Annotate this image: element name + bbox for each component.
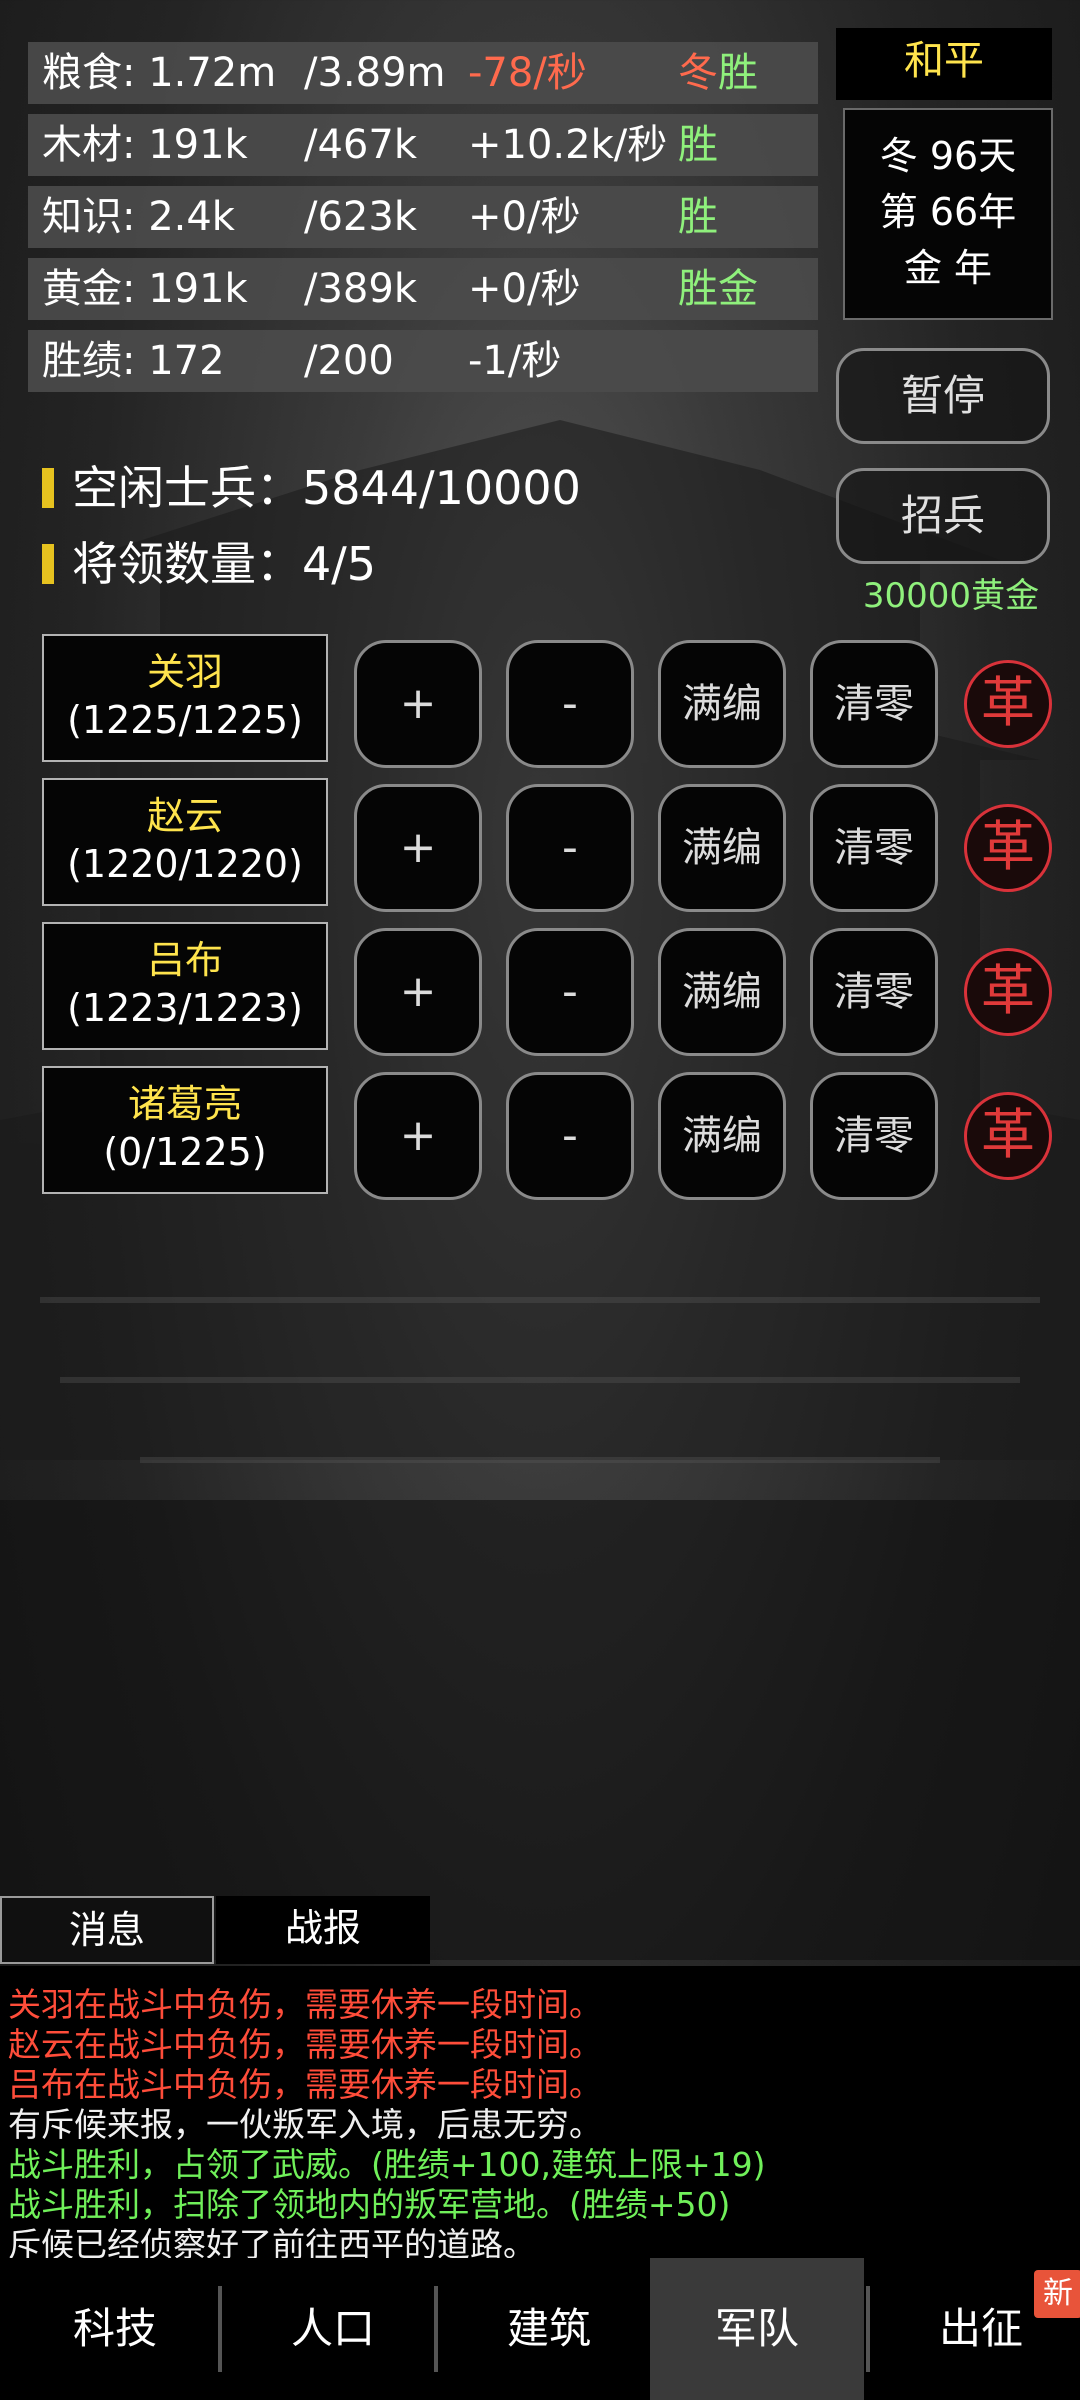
add-troops-button[interactable]: + xyxy=(354,928,482,1056)
year-number: 第 66年 xyxy=(879,190,1017,234)
nav-population[interactable]: 人口 xyxy=(226,2258,440,2400)
resource-capacity: /3.89m xyxy=(304,50,446,96)
stat-bullet xyxy=(42,468,54,508)
remove-troops-button[interactable]: - xyxy=(506,784,634,912)
peace-status-label: 和平 xyxy=(836,28,1052,100)
nav-expedition-label: 出征 xyxy=(938,2304,1023,2353)
dismiss-general-button[interactable]: 革 xyxy=(964,804,1052,892)
victory-flag: 胜 xyxy=(718,50,758,96)
fill-troops-button[interactable]: 满编 xyxy=(658,1072,786,1200)
resource-rate: -78/秒 xyxy=(468,50,587,96)
nav-buildings[interactable]: 建筑 xyxy=(442,2258,656,2400)
dismiss-general-button[interactable]: 革 xyxy=(964,660,1052,748)
recruit-cost: 30000黄金 xyxy=(862,576,1040,616)
log-tab-bar: 消息 战报 xyxy=(0,1896,432,1964)
clear-troops-button[interactable]: 清零 xyxy=(810,640,938,768)
resource-amount: 黄金: 191k xyxy=(42,266,248,312)
resource-amount: 木材: 191k xyxy=(42,122,248,168)
remove-troops-button[interactable]: - xyxy=(506,1072,634,1200)
general-count-text: 将领数量：4/5 xyxy=(72,537,377,591)
general-card[interactable]: 赵云 (1220/1220) xyxy=(42,778,328,906)
idle-soldiers-stat: 空闲士兵：5844/10000 xyxy=(42,452,581,518)
year-element: 金 年 xyxy=(903,246,993,290)
battle-log: 关羽在战斗中负伤，需要休养一段时间。 赵云在战斗中负伤，需要休养一段时间。 吕布… xyxy=(0,1966,1080,2264)
victory-flag: 胜 xyxy=(678,122,718,168)
add-troops-button[interactable]: + xyxy=(354,640,482,768)
stat-bullet xyxy=(42,544,54,584)
general-name: 吕布 xyxy=(146,938,223,982)
resource-flags: 冬胜 xyxy=(678,42,758,104)
general-name: 赵云 xyxy=(146,794,223,838)
general-count-stat: 将领数量：4/5 xyxy=(42,528,376,594)
resource-rate: -1/秒 xyxy=(468,338,562,384)
pause-button[interactable]: 暂停 xyxy=(836,348,1050,444)
resource-row-victory: 胜绩: 172 /200 -1/秒 xyxy=(28,330,818,392)
nav-divider xyxy=(866,2286,870,2372)
resource-amount: 知识: 2.4k xyxy=(42,194,235,240)
resource-capacity: /389k xyxy=(304,266,417,312)
resource-rate: +10.2k/秒 xyxy=(468,122,668,168)
general-troops: (1220/1220) xyxy=(67,842,303,886)
general-card[interactable]: 吕布 (1223/1223) xyxy=(42,922,328,1050)
recruit-button[interactable]: 招兵 xyxy=(836,468,1050,564)
fill-troops-button[interactable]: 满编 xyxy=(658,640,786,768)
resource-capacity: /623k xyxy=(304,194,417,240)
dismiss-general-button[interactable]: 革 xyxy=(964,1092,1052,1180)
dismiss-general-button[interactable]: 革 xyxy=(964,948,1052,1036)
clear-troops-button[interactable]: 清零 xyxy=(810,1072,938,1200)
resource-amount: 胜绩: 172 xyxy=(42,338,225,384)
general-troops: (1225/1225) xyxy=(67,698,303,742)
resource-amount: 粮食: 1.72m xyxy=(42,50,277,96)
victory-flag: 胜金 xyxy=(678,266,758,312)
general-card[interactable]: 关羽 (1225/1225) xyxy=(42,634,328,762)
nav-divider xyxy=(218,2286,222,2372)
calendar-box: 冬 96天 第 66年 金 年 xyxy=(843,108,1053,320)
nav-tech[interactable]: 科技 xyxy=(8,2258,222,2400)
bottom-navigation: 科技 人口 建筑 军队 出征 新 xyxy=(0,2258,1080,2400)
general-name: 关羽 xyxy=(146,650,223,694)
new-badge: 新 xyxy=(1034,2270,1080,2318)
fill-troops-button[interactable]: 满编 xyxy=(658,784,786,912)
general-card[interactable]: 诸葛亮 (0/1225) xyxy=(42,1066,328,1194)
victory-flag: 胜 xyxy=(678,194,718,240)
nav-expedition[interactable]: 出征 新 xyxy=(874,2258,1080,2400)
clear-troops-button[interactable]: 清零 xyxy=(810,928,938,1056)
resource-rate: +0/秒 xyxy=(468,266,581,312)
resource-row-wood: 木材: 191k /467k +10.2k/秒 胜 xyxy=(28,114,818,176)
nav-divider xyxy=(434,2286,438,2372)
general-troops: (0/1225) xyxy=(103,1130,267,1174)
season-day: 冬 96天 xyxy=(879,134,1017,178)
add-troops-button[interactable]: + xyxy=(354,784,482,912)
season-flag: 冬 xyxy=(678,50,718,96)
resource-capacity: /467k xyxy=(304,122,417,168)
resource-capacity: /200 xyxy=(304,338,394,384)
resource-row-knowledge: 知识: 2.4k /623k +0/秒 胜 xyxy=(28,186,818,248)
remove-troops-button[interactable]: - xyxy=(506,640,634,768)
tab-messages[interactable]: 消息 xyxy=(0,1896,214,1964)
idle-soldiers-text: 空闲士兵：5844/10000 xyxy=(72,461,581,515)
fill-troops-button[interactable]: 满编 xyxy=(658,928,786,1056)
general-troops: (1223/1223) xyxy=(67,986,303,1030)
add-troops-button[interactable]: + xyxy=(354,1072,482,1200)
tab-battle-report[interactable]: 战报 xyxy=(216,1896,430,1964)
resource-row-food: 粮食: 1.72m /3.89m -78/秒 冬胜 xyxy=(28,42,818,104)
resource-rate: +0/秒 xyxy=(468,194,581,240)
remove-troops-button[interactable]: - xyxy=(506,928,634,1056)
clear-troops-button[interactable]: 清零 xyxy=(810,784,938,912)
resource-row-gold: 黄金: 191k /389k +0/秒 胜金 xyxy=(28,258,818,320)
nav-army[interactable]: 军队 xyxy=(650,2258,864,2400)
general-name: 诸葛亮 xyxy=(127,1082,242,1126)
